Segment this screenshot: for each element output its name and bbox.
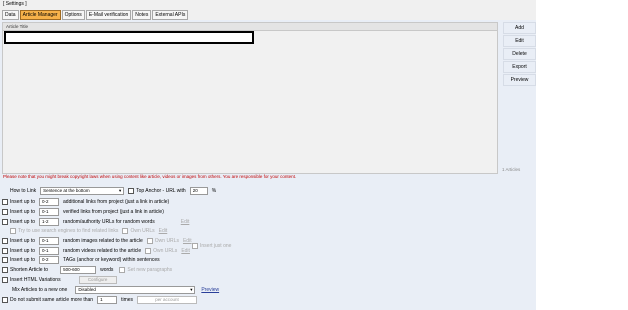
tags-label: TAGs (anchor or keyword) within sentence… xyxy=(63,257,160,263)
html-variations-label: Insert HTML Variations xyxy=(10,277,61,283)
chevron-down-icon: ▼ xyxy=(189,287,194,292)
random-videos-row: Insert up to 0-1 random videos related t… xyxy=(2,247,190,255)
mix-articles-label: Mix Articles to a new one xyxy=(12,287,68,293)
article-title-column: Article Title xyxy=(6,24,29,29)
verified-links-label: verified links from project (just a link… xyxy=(63,209,164,215)
insert-just-one-row: Insert just one xyxy=(192,242,231,250)
random-urls-label: random/authority URLs for random words xyxy=(63,219,155,225)
settings-window: [ Settings ] Data Article Manager Option… xyxy=(0,0,536,310)
additional-links-label: additional links from project (just a li… xyxy=(63,199,170,205)
insert-up-to-label: Insert up to xyxy=(10,238,36,244)
additional-links-row: Insert up to 0-2 additional links from p… xyxy=(2,198,169,206)
how-to-link-value: Sentence at the bottom xyxy=(43,188,90,193)
how-to-link-select[interactable]: Sentence at the bottom ▼ xyxy=(40,187,125,195)
tags-spinner[interactable]: 0-2 xyxy=(39,256,60,264)
tab-notes[interactable]: Notes xyxy=(132,10,152,20)
random-videos-spinner[interactable]: 0-1 xyxy=(39,247,60,255)
own-urls-checkbox[interactable] xyxy=(122,228,129,234)
random-images-row: Insert up to 0-1 random images related t… xyxy=(2,237,192,245)
tab-external-apis[interactable]: External APIs xyxy=(152,10,189,20)
no-submit-input[interactable]: 1 xyxy=(97,296,118,304)
no-submit-row: Do not submit same article more than 1 t… xyxy=(2,296,198,304)
add-button[interactable]: Add xyxy=(503,22,536,34)
copyright-warning: Please note that you might break copyrig… xyxy=(3,174,297,179)
random-images-spinner[interactable]: 0-1 xyxy=(39,237,60,245)
edit-button[interactable]: Edit xyxy=(503,35,536,47)
random-videos-edit-link[interactable]: Edit xyxy=(181,248,190,254)
tab-data[interactable]: Data xyxy=(2,10,19,20)
top-anchor-checkbox[interactable] xyxy=(128,188,135,194)
random-urls-edit-link[interactable]: Edit xyxy=(181,219,190,225)
search-engines-row: Try to use search engines to find relate… xyxy=(10,227,167,235)
random-urls-row: Insert up to 1-2 random/authority URLs f… xyxy=(2,218,189,226)
settings-group-title: [ Settings ] xyxy=(3,1,27,7)
insert-up-to-label: Insert up to xyxy=(10,199,36,205)
insert-just-one-checkbox[interactable] xyxy=(192,243,198,249)
search-engines-label: Try to use search engines to find relate… xyxy=(18,228,119,234)
additional-links-spinner[interactable]: 0-2 xyxy=(39,198,60,206)
random-videos-label: random videos related to the article xyxy=(63,248,142,254)
tags-checkbox[interactable] xyxy=(2,257,8,263)
random-images-edit-link[interactable]: Edit xyxy=(183,238,192,244)
words-label: words xyxy=(100,267,114,273)
insert-up-to-label: Insert up to xyxy=(10,257,36,263)
insert-up-to-label: Insert up to xyxy=(10,219,36,225)
videos-own-urls-checkbox[interactable] xyxy=(145,248,152,254)
article-list[interactable]: Article Title xyxy=(2,22,498,174)
chevron-down-icon: ▼ xyxy=(118,188,123,193)
preview-button[interactable]: Preview xyxy=(503,74,536,86)
search-engines-edit-link[interactable]: Edit xyxy=(159,228,168,234)
shorten-row: Shorten Article to 500-600 words Set new… xyxy=(2,266,172,274)
mix-articles-select[interactable]: Disabled ▼ xyxy=(75,286,196,294)
how-to-link-label: How to Link xyxy=(10,188,37,194)
paragraphs-label: Set new paragraphs xyxy=(127,267,173,273)
verified-links-checkbox[interactable] xyxy=(2,209,8,215)
random-urls-checkbox[interactable] xyxy=(2,219,8,225)
tab-strip: Data Article Manager Options E-Mail veri… xyxy=(2,10,189,20)
tab-email-verification[interactable]: E-Mail verification xyxy=(85,10,132,20)
images-own-urls-checkbox[interactable] xyxy=(146,238,153,244)
shorten-spinner[interactable]: 500-600 xyxy=(60,266,97,274)
own-urls-label: Own URLs xyxy=(130,228,155,234)
verified-links-spinner[interactable]: 0-1 xyxy=(39,208,60,216)
per-account-select[interactable]: per account xyxy=(137,296,198,304)
delete-button[interactable]: Delete xyxy=(503,48,536,60)
random-urls-spinner[interactable]: 1-2 xyxy=(39,218,60,226)
search-engines-checkbox[interactable] xyxy=(10,228,16,234)
article-count: 1 Articles xyxy=(502,167,521,172)
images-own-urls-label: Own URLs xyxy=(154,238,179,244)
article-row-selected[interactable] xyxy=(4,31,254,44)
mix-articles-value: Disabled xyxy=(78,287,96,292)
article-list-header[interactable]: Article Title xyxy=(3,23,497,31)
videos-own-urls-label: Own URLs xyxy=(153,248,178,254)
configure-button[interactable]: Configure xyxy=(78,276,117,284)
no-submit-label: Do not submit same article more than xyxy=(10,297,94,303)
html-variations-checkbox[interactable] xyxy=(2,277,8,283)
insert-up-to-label: Insert up to xyxy=(10,209,36,215)
verified-links-row: Insert up to 0-1 verified links from pro… xyxy=(2,208,164,216)
insert-up-to-label: Insert up to xyxy=(10,248,36,254)
paragraphs-checkbox[interactable] xyxy=(119,267,126,273)
mix-articles-row: Mix Articles to a new one Disabled ▼ Prev… xyxy=(12,286,219,294)
mix-preview-link[interactable]: Preview xyxy=(201,287,219,293)
random-videos-checkbox[interactable] xyxy=(2,248,8,254)
tab-article-manager[interactable]: Article Manager xyxy=(19,10,61,20)
html-variations-row: Insert HTML Variations Configure xyxy=(2,276,117,284)
percent-label: % xyxy=(211,188,217,194)
how-to-link-row: How to Link Sentence at the bottom ▼ Top … xyxy=(10,187,216,195)
insert-just-one-label: Insert just one xyxy=(200,243,232,249)
additional-links-checkbox[interactable] xyxy=(2,199,8,205)
tags-row: Insert up to 0-2 TAGs (anchor or keyword… xyxy=(2,256,160,264)
times-label: times xyxy=(121,297,134,303)
export-button[interactable]: Export xyxy=(503,61,536,73)
top-anchor-spinner[interactable]: 20 xyxy=(189,187,208,195)
random-images-label: random images related to the article xyxy=(63,238,143,244)
no-submit-checkbox[interactable] xyxy=(2,297,8,303)
shorten-label: Shorten Article to xyxy=(10,267,49,273)
top-anchor-label: Top Anchor - URL with xyxy=(136,188,186,194)
tab-options[interactable]: Options xyxy=(61,10,85,20)
shorten-checkbox[interactable] xyxy=(2,267,8,273)
random-images-checkbox[interactable] xyxy=(2,238,8,244)
